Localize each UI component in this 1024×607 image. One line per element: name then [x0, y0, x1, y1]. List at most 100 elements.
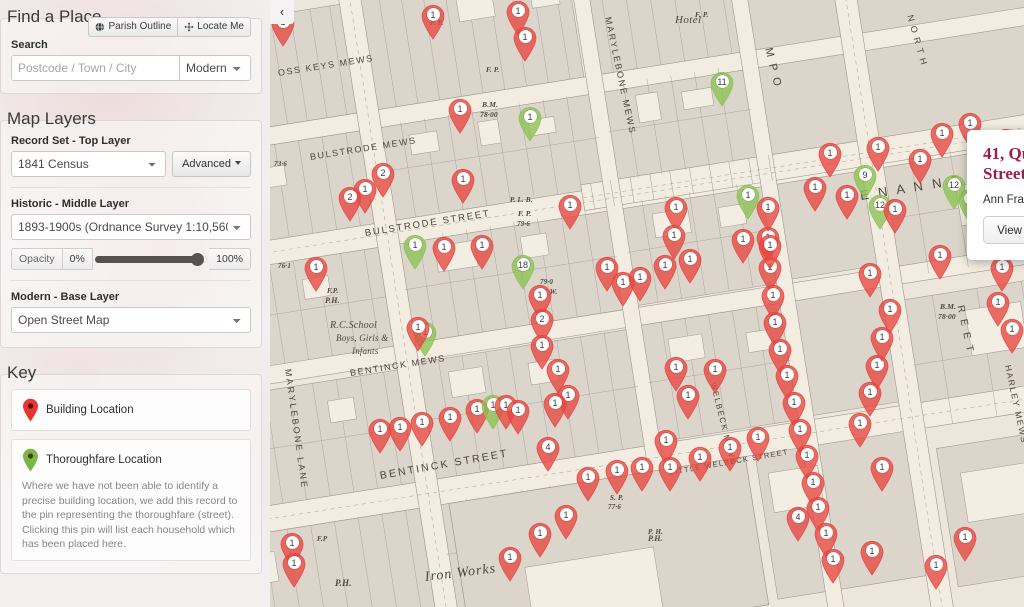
map-popup[interactable]: 41, Queen Ann Street Ann Francis View3Re…	[967, 130, 1024, 260]
map-pin[interactable]: 1	[557, 194, 583, 230]
map-pin[interactable]: 1	[989, 256, 1015, 292]
pin-badge	[737, 231, 750, 245]
locate-me-label: Locate Me	[197, 21, 244, 32]
map-pin[interactable]: 1	[431, 236, 457, 272]
map-pin[interactable]: 1	[677, 248, 703, 284]
map-pin[interactable]: 1	[999, 318, 1024, 354]
map-pin[interactable]: 1	[447, 98, 473, 134]
pin-badge	[504, 549, 517, 563]
map-pin[interactable]: 1	[929, 122, 955, 158]
map-pin[interactable]: 1	[755, 196, 781, 232]
map-pin[interactable]: 1	[450, 168, 476, 204]
map-pin[interactable]: 1	[730, 228, 756, 264]
pin-badge	[601, 259, 614, 273]
map-pin[interactable]: 1	[497, 546, 523, 582]
pin-badge	[310, 259, 323, 273]
pin-badge	[992, 294, 1005, 308]
pin-badge	[427, 7, 440, 21]
record-set-label: Record Set - Top Layer	[11, 135, 131, 147]
chevron-left-icon[interactable]: ‹	[270, 0, 294, 24]
map-pin[interactable]: 1	[281, 552, 307, 588]
pin-badge	[914, 151, 927, 165]
map-pin[interactable]: 1	[859, 540, 885, 576]
pin-badge	[682, 387, 695, 401]
map-pin[interactable]: 1	[757, 234, 783, 270]
map-pin[interactable]: 1	[542, 392, 568, 428]
map-pin[interactable]: 1	[303, 256, 329, 292]
map-pin[interactable]: 1	[869, 456, 895, 492]
map-pin[interactable]: 1	[847, 412, 873, 448]
map-pin[interactable]: 1	[469, 234, 495, 270]
pin-badge	[438, 239, 451, 253]
pin-badge	[670, 199, 683, 213]
historic-map-raster	[270, 0, 1024, 607]
modern-layer-select[interactable]: Open Street MapSatelliteNone	[11, 307, 251, 333]
map-pin[interactable]: 1	[927, 244, 953, 280]
map-tiles[interactable]	[270, 0, 1024, 607]
pin-badge	[724, 439, 737, 453]
map-pin[interactable]: 1	[512, 26, 538, 62]
locate-me-button[interactable]: Locate Me	[178, 17, 251, 37]
pin-badge	[694, 449, 707, 463]
map-pin[interactable]: 1	[594, 256, 620, 292]
map-pin[interactable]: 1	[629, 456, 655, 492]
map-pin[interactable]: 1	[517, 106, 543, 142]
advanced-button[interactable]: Advanced	[172, 151, 251, 177]
map-pin[interactable]: 1	[923, 554, 949, 590]
map-pin[interactable]: 1	[702, 358, 728, 394]
pin-badge	[344, 189, 357, 203]
map-pin[interactable]: 1	[865, 136, 891, 172]
opacity-label: Opacity	[11, 248, 63, 270]
map-pin[interactable]: 1	[657, 456, 683, 492]
map-pin[interactable]: 1	[802, 176, 828, 212]
view-records-button[interactable]: View3Records	[983, 216, 1024, 244]
map-pin[interactable]: 4	[535, 436, 561, 472]
map-pin[interactable]: 1	[405, 316, 431, 352]
sidebar: Find a Place Parish Outline Locate Me Se…	[0, 0, 270, 607]
pin-badge	[536, 311, 549, 325]
map-pin[interactable]: 1	[877, 298, 903, 334]
thoroughfare-pin-icon	[23, 448, 38, 472]
pin-badge	[964, 115, 977, 129]
parish-outline-button[interactable]: Parish Outline	[88, 17, 179, 37]
map-pin[interactable]: 1	[717, 436, 743, 472]
map-pin[interactable]: 1	[675, 384, 701, 420]
map-pin[interactable]: 1	[553, 504, 579, 540]
search-input[interactable]	[11, 55, 179, 81]
map-pin[interactable]: 4	[785, 506, 811, 542]
search-row: ModernHistoric	[11, 55, 251, 81]
search-scope-select[interactable]: ModernHistoric	[179, 55, 251, 81]
opacity-slider[interactable]	[94, 248, 208, 270]
key-head: Thoroughfare Location	[22, 448, 240, 472]
pin-badge	[542, 439, 555, 453]
map-pin[interactable]: 1	[604, 459, 630, 495]
map-pin[interactable]: 1	[817, 142, 843, 178]
map-pin[interactable]: 1	[420, 4, 446, 40]
map-pin[interactable]: 2	[370, 162, 396, 198]
opacity-slider-handle[interactable]	[191, 253, 205, 266]
map-pin[interactable]: 1	[820, 548, 846, 584]
map-pin[interactable]: 11	[709, 71, 735, 107]
map-pin[interactable]: 1	[627, 266, 653, 302]
map-pin[interactable]: 1	[527, 522, 553, 558]
map-pin[interactable]: 1	[882, 198, 908, 234]
historic-layer-select[interactable]: 1893-1900s (Ordnance Survey 1:10,560)184…	[11, 214, 251, 240]
pin-badge	[934, 247, 947, 261]
map-pin[interactable]: 1	[952, 526, 978, 562]
map-pin[interactable]: 1	[857, 262, 883, 298]
map-pin[interactable]: 1	[409, 411, 435, 447]
pin-badge	[659, 257, 672, 271]
map-pin[interactable]: 1	[687, 446, 713, 482]
pin-badge	[709, 361, 722, 375]
pin-badge	[866, 543, 879, 557]
map-pin[interactable]: 1	[437, 406, 463, 442]
record-set-select[interactable]: 1841 Census1851 Census1861 Census1871 Ce…	[11, 151, 167, 177]
map-pin[interactable]: 2	[337, 186, 363, 222]
map-viewport[interactable]: OSS KEYS MEWS BULSTRODE MEWS BULSTRODE STR…	[270, 0, 1024, 607]
map-pin[interactable]: 1	[402, 234, 428, 270]
map-pin[interactable]: 1	[652, 254, 678, 290]
pin-badge	[412, 319, 425, 333]
map-pin[interactable]: 1	[505, 399, 531, 435]
map-pin[interactable]: 1	[575, 466, 601, 502]
map-pin[interactable]: 1	[745, 426, 771, 462]
